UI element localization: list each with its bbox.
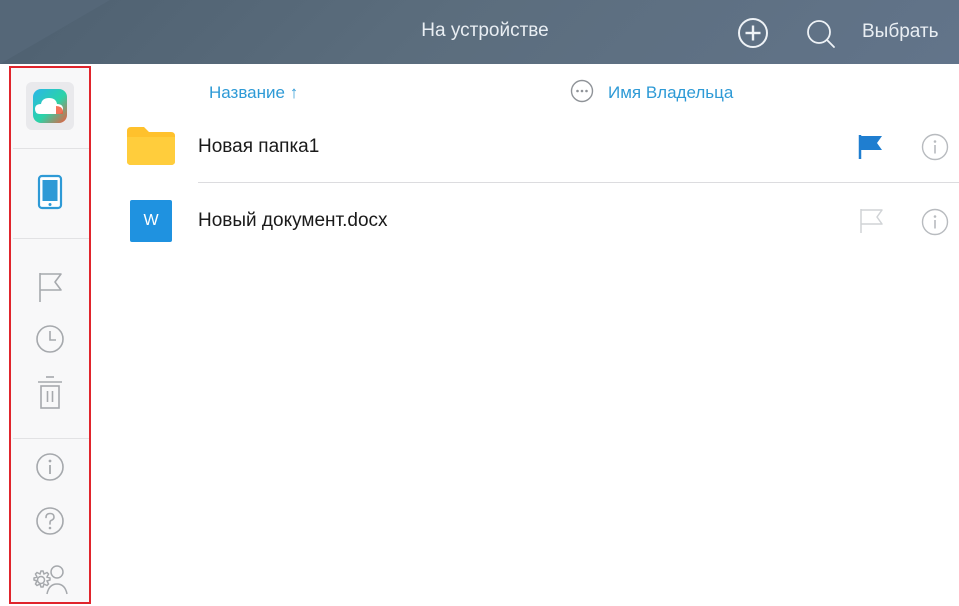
owner-name-header[interactable]: Имя Владельца [608,83,733,103]
row-divider [198,182,959,183]
more-icon [570,79,594,103]
sidebar-item-settings[interactable] [11,562,89,596]
folder-icon [127,127,175,165]
word-document-icon: W [130,200,172,242]
sidebar-item-help[interactable] [11,506,89,536]
sidebar-item-flagged[interactable] [11,271,89,303]
flag-outline-icon[interactable] [858,208,886,234]
sort-by-name-header[interactable]: Название ↑ [209,83,298,103]
file-row[interactable]: W Новый документ.docx [0,186,959,256]
sidebar-divider [13,438,89,439]
file-info-icon[interactable] [921,208,949,236]
file-name: Новый документ.docx [198,210,388,231]
settings-user-icon [33,565,68,595]
flag-filled-icon[interactable] [857,134,885,160]
sidebar-item-recent[interactable] [11,324,89,354]
help-icon [36,507,64,535]
page-title: На устройстве [421,20,549,41]
trash-icon [38,376,62,409]
select-button[interactable]: Выбрать [862,21,939,43]
add-button[interactable] [737,17,769,49]
word-icon-letter: W [143,212,159,229]
search-button[interactable] [804,17,836,49]
clock-icon [36,325,64,353]
flag-icon [39,273,62,302]
sidebar-item-info[interactable] [11,452,89,482]
sort-arrow-icon: ↑ [289,83,299,102]
info-icon [36,453,64,481]
plus-circle-icon [738,18,768,48]
file-row[interactable]: Новая папка1 [0,112,959,182]
owner-options-button[interactable] [570,79,594,103]
search-icon [807,20,835,48]
sidebar-item-trash[interactable] [11,375,89,411]
top-bar-sidebar-corner [0,0,110,64]
top-bar: На устройстве Выбрать [0,0,959,64]
file-name: Новая папка1 [198,136,320,157]
file-info-icon[interactable] [921,133,949,161]
column-name-label: Название [209,83,285,102]
